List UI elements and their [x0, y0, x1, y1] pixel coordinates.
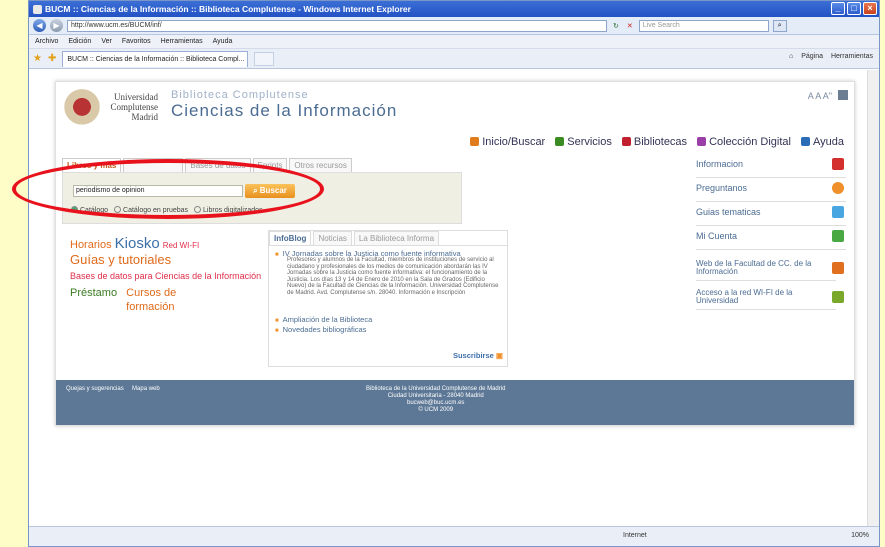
footer-email[interactable]: bucweb@buc.ucm.es: [366, 400, 505, 407]
library-page: Universidad Complutense Madrid Bibliotec…: [55, 81, 855, 426]
footer-address: Biblioteca de la Universidad Complutense…: [366, 386, 506, 413]
menu-ayuda[interactable]: Ayuda: [213, 38, 233, 45]
link-kiosko[interactable]: Kiosko: [115, 235, 160, 252]
window-controls: _ □ ×: [831, 2, 877, 15]
tab-biblioteca-informa[interactable]: La Biblioteca Informa: [353, 231, 440, 245]
scrollbar[interactable]: [867, 70, 879, 528]
services-icon: [555, 137, 565, 146]
nav-coleccion[interactable]: Colección Digital: [697, 136, 791, 148]
search-icon[interactable]: ⌕: [772, 19, 787, 32]
address-bar: ◀ ▶ http://www.ucm.es/BUCM/inf/ ↻ ✕ Live…: [29, 17, 879, 35]
window-title: BUCM :: Ciencias de la Información :: Bi…: [45, 4, 411, 14]
tab-noticias[interactable]: Noticias: [313, 231, 352, 245]
info-icon: [832, 158, 844, 170]
zone-indicator: Internet: [623, 532, 647, 539]
close-button[interactable]: ×: [863, 2, 877, 15]
nav-servicios[interactable]: Servicios: [555, 136, 612, 148]
minimize-button[interactable]: _: [831, 2, 845, 15]
sidebar-item-preguntanos[interactable]: Preguntanos: [696, 178, 846, 202]
home-icon[interactable]: ⌂: [789, 53, 793, 60]
link-cursos[interactable]: Cursos de formación: [126, 286, 216, 314]
page-footer: Quejas y sugerencias Mapa web Biblioteca…: [56, 380, 854, 425]
chat-icon: [832, 182, 844, 194]
link-mapa-web[interactable]: Mapa web: [132, 386, 160, 392]
link-bases-datos[interactable]: Bases de datos para Ciencias de la Infor…: [70, 269, 270, 283]
search-icon: [470, 137, 480, 146]
external-icon: [832, 262, 844, 274]
ie-icon: [33, 4, 42, 14]
ucm-logo: [64, 88, 100, 130]
menu-favoritos[interactable]: Favoritos: [122, 38, 151, 45]
tools-menu[interactable]: Herramientas: [831, 53, 873, 60]
sidebar-item-guias[interactable]: Guias tematicas: [696, 202, 846, 226]
tab-otros[interactable]: Otros recursos: [289, 158, 352, 172]
right-column: Informacion Preguntanos Guias tematicas …: [696, 154, 846, 310]
command-bar: ⌂ Página Herramientas: [789, 53, 873, 60]
tab-bar: ★ ✚ BUCM :: Ciencias de la Información :…: [29, 49, 879, 69]
sidebar-item-informacion[interactable]: Informacion: [696, 154, 846, 178]
forward-button[interactable]: ▶: [50, 19, 63, 32]
browser-window: BUCM :: Ciencias de la Información :: Bi…: [28, 0, 880, 547]
nav-bibliotecas[interactable]: Bibliotecas: [621, 136, 687, 148]
highlight-ellipse: [12, 159, 324, 219]
page-menu[interactable]: Página: [801, 53, 823, 60]
menu-bar: Archivo Edición Ver Favoritos Herramient…: [29, 35, 879, 49]
browser-tab[interactable]: BUCM :: Ciencias de la Información :: Bi…: [62, 50, 249, 67]
link-quejas[interactable]: Quejas y sugerencias: [66, 386, 124, 392]
status-bar: Internet 100%: [29, 526, 879, 546]
link-prestamo[interactable]: Préstamo: [70, 287, 117, 299]
infoblog-panel: InfoBlog Noticias La Biblioteca Informa …: [268, 230, 508, 367]
menu-ver[interactable]: Ver: [101, 38, 112, 45]
subscribe-link[interactable]: Suscribirse ▣: [453, 351, 503, 360]
wifi-icon: [832, 291, 844, 303]
footer-links: Quejas y sugerencias Mapa web: [66, 386, 160, 392]
print-icon[interactable]: [838, 90, 848, 100]
stop-icon[interactable]: ✕: [625, 22, 635, 30]
nav-inicio[interactable]: Inicio/Buscar: [470, 136, 545, 148]
user-icon: [832, 230, 844, 242]
title-bar: BUCM :: Ciencias de la Información :: Bi…: [29, 1, 879, 17]
link-horarios[interactable]: Horarios: [70, 239, 112, 251]
library-name: Biblioteca Complutense: [171, 89, 309, 101]
site-title: Ciencias de la Información: [171, 101, 398, 120]
collection-icon: [697, 137, 707, 146]
guide-icon: [832, 206, 844, 218]
menu-archivo[interactable]: Archivo: [35, 38, 58, 45]
post-title[interactable]: Ampliación de la Biblioteca: [275, 315, 373, 324]
sidebar-item-mi-cuenta[interactable]: Mi Cuenta: [696, 226, 846, 250]
link-wifi-universidad[interactable]: Acceso a la red WI-FI de la Universidad: [696, 289, 844, 310]
menu-herramientas[interactable]: Herramientas: [161, 38, 203, 45]
menu-edicion[interactable]: Edición: [68, 38, 91, 45]
live-search-input[interactable]: Live Search: [638, 19, 769, 32]
font-size-control[interactable]: A A A": [808, 91, 832, 101]
link-web-facultad[interactable]: Web de la Facultad de CC. de la Informac…: [696, 260, 844, 281]
link-guias[interactable]: Guías y tutoriales: [70, 253, 270, 267]
books-icon: [621, 137, 631, 146]
nav-ayuda[interactable]: Ayuda: [801, 136, 844, 148]
link-red-wifi[interactable]: Red WI-FI: [163, 241, 199, 250]
infoblog-tabs: InfoBlog Noticias La Biblioteca Informa: [269, 231, 507, 246]
page-viewport: Universidad Complutense Madrid Bibliotec…: [29, 70, 867, 528]
zoom-level[interactable]: 100%: [851, 532, 869, 539]
back-button[interactable]: ◀: [33, 19, 46, 32]
maximize-button[interactable]: □: [847, 2, 861, 15]
refresh-icon[interactable]: ↻: [611, 22, 621, 30]
university-name: Universidad Complutense Madrid: [110, 92, 159, 122]
post-title[interactable]: Novedades bibliográficas: [275, 325, 367, 334]
favorites-star-icon[interactable]: ★: [33, 53, 42, 64]
rss-icon: ▣: [495, 351, 503, 360]
top-nav: Inicio/Buscar Servicios Bibliotecas Cole…: [470, 136, 844, 148]
new-tab-button[interactable]: [254, 51, 275, 66]
help-icon: [801, 137, 810, 146]
quick-links: Horarios Kiosko Red WI-FI Guías y tutori…: [70, 235, 270, 314]
add-favorite-icon[interactable]: ✚: [48, 53, 56, 64]
address-input[interactable]: http://www.ucm.es/BUCM/inf/: [67, 19, 607, 32]
tab-infoblog[interactable]: InfoBlog: [269, 231, 312, 245]
post-body: Profesores y alumnos de la Facultad, mie…: [287, 257, 499, 296]
